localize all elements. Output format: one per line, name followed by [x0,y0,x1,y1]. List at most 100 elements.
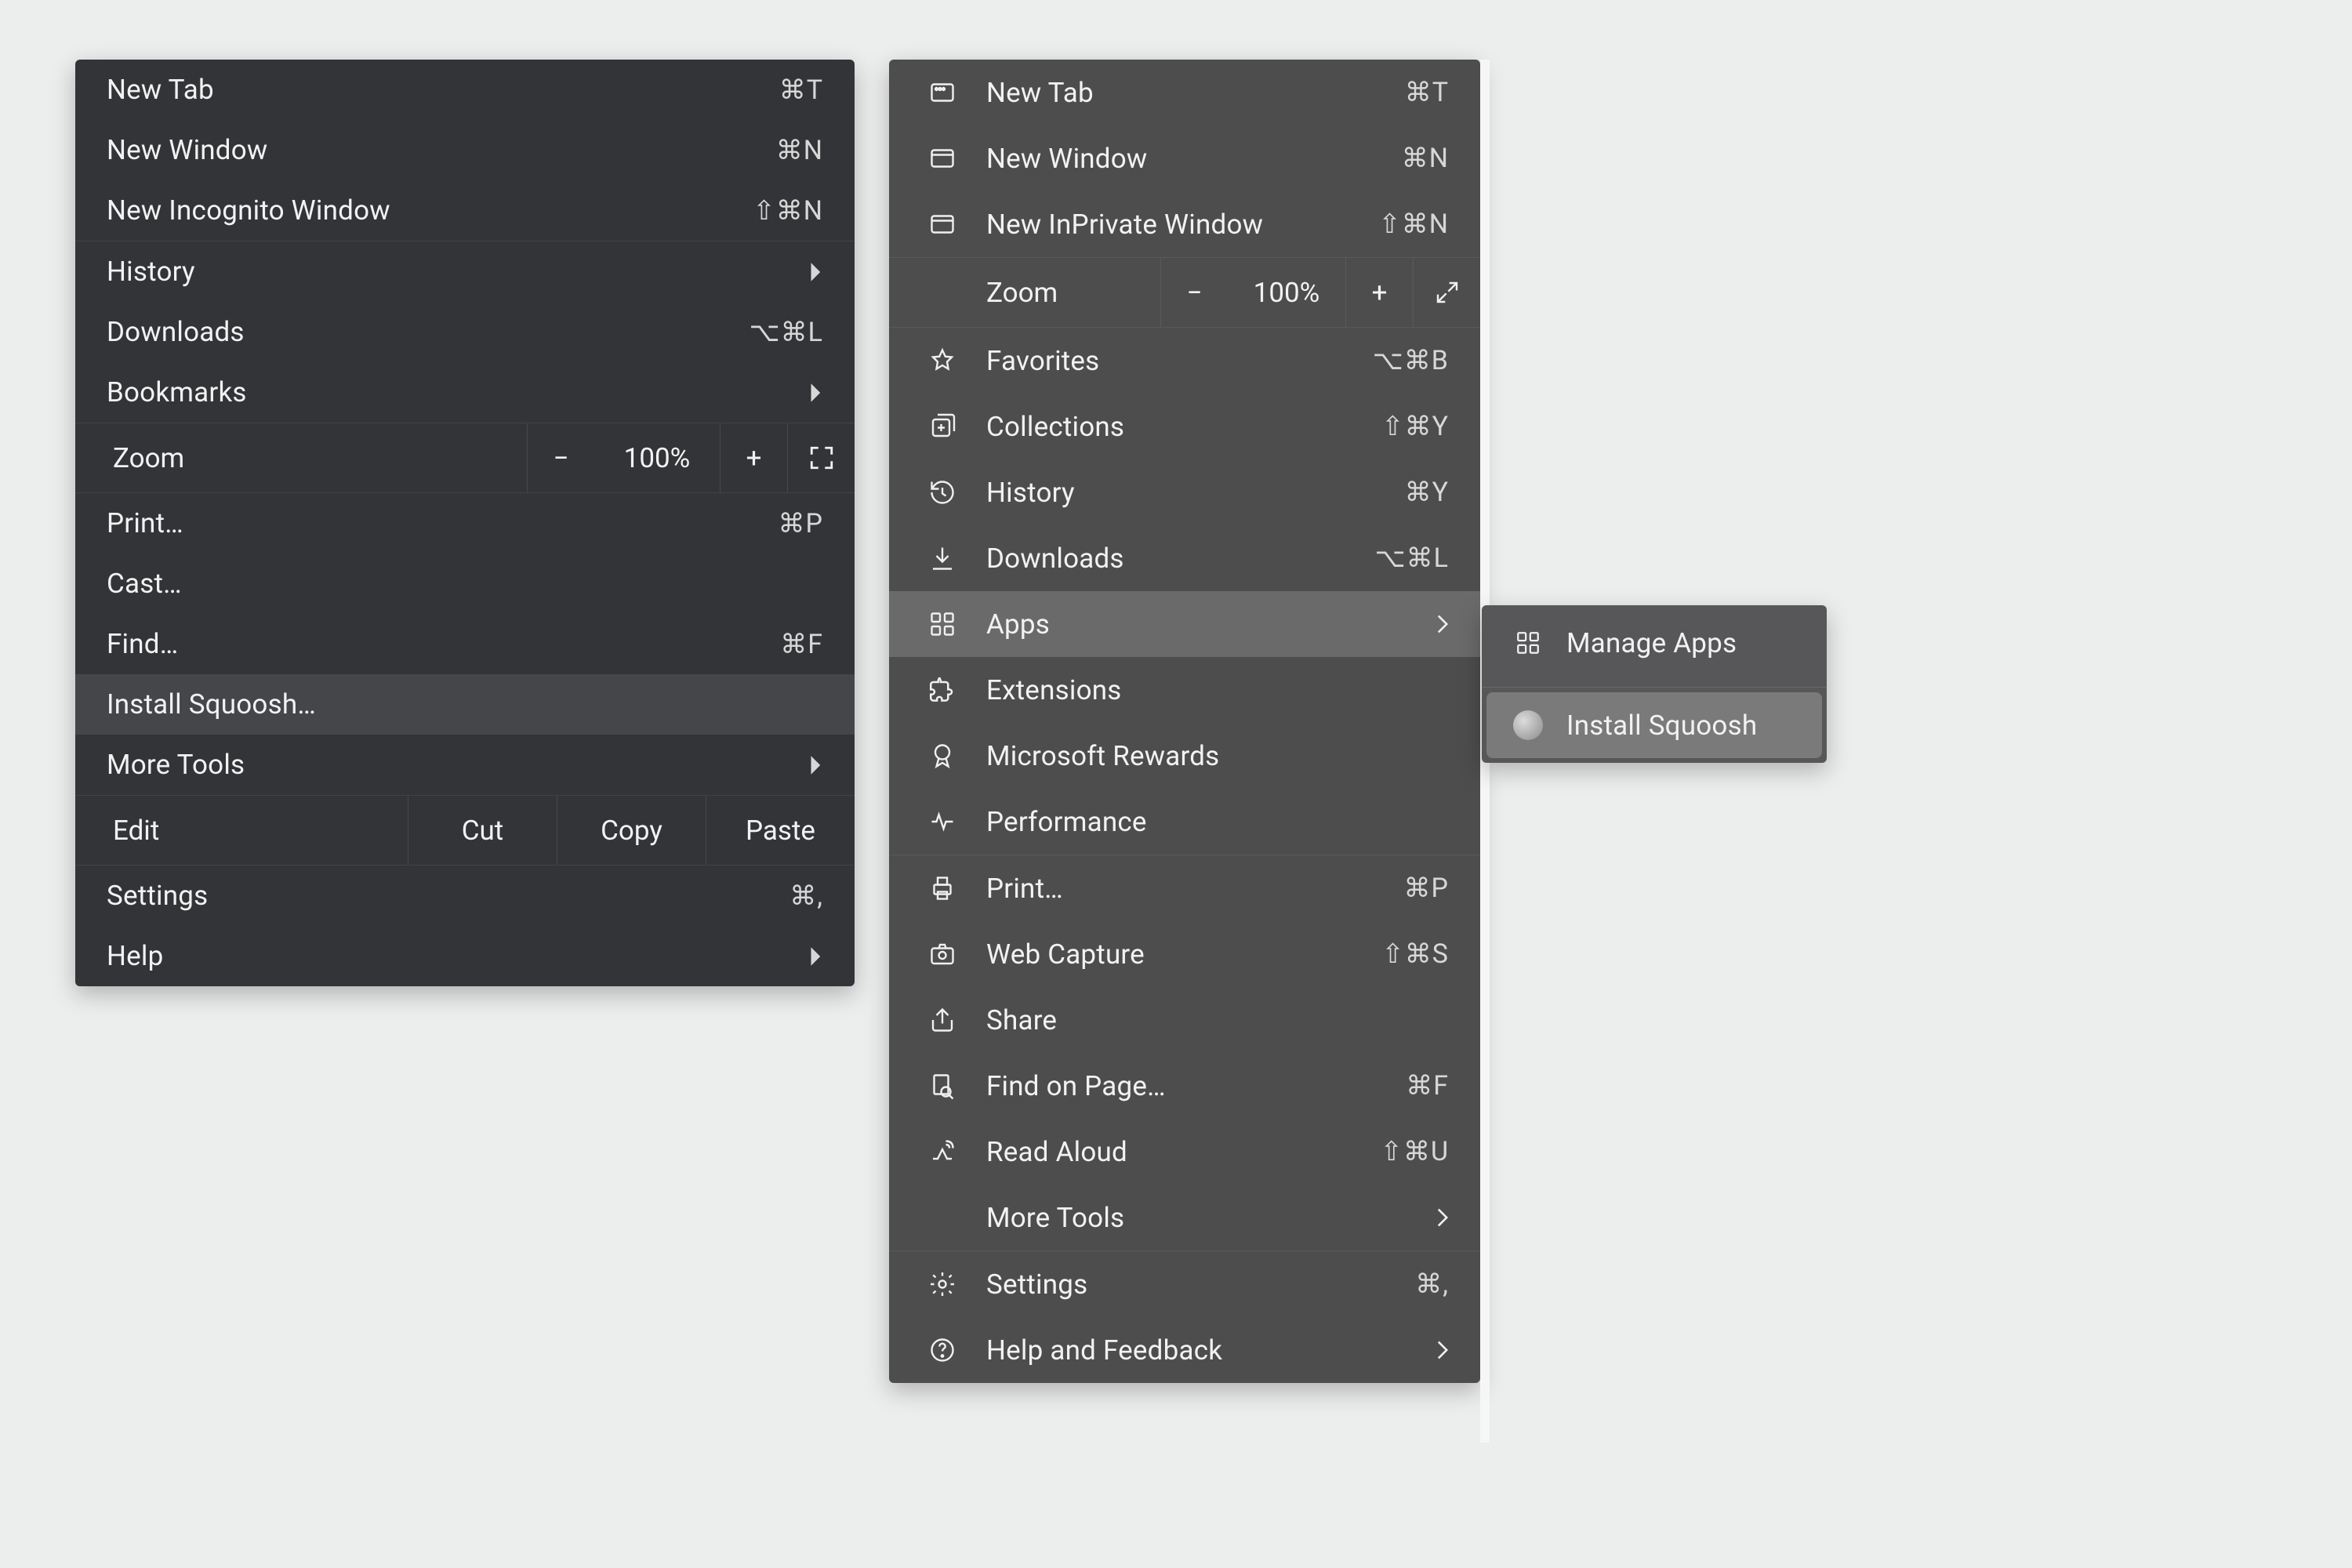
menu-item-find[interactable]: Find… ⌘F [75,614,855,674]
label: Share [986,1004,1449,1036]
shortcut: ⌘N [776,135,823,166]
shortcut: ⇧⌘S [1381,938,1449,970]
copy-button[interactable]: Copy [557,796,706,865]
label: Extensions [986,674,1449,706]
menu-item-help-feedback[interactable]: Help and Feedback [889,1317,1480,1383]
label: Favorites [986,345,1357,377]
menu-item-cast[interactable]: Cast… [75,554,855,614]
shortcut: ⌘P [779,508,823,539]
chevron-right-icon [1436,1207,1449,1228]
menu-item-print[interactable]: Print… ⌘P [889,855,1480,921]
label: Bookmarks [107,376,809,408]
edit-row: Edit Cut Copy Paste [75,796,855,865]
menu-item-new-inprivate[interactable]: New InPrivate Window ⇧⌘N [889,191,1480,257]
label: Collections [986,411,1366,443]
menu-item-new-tab[interactable]: New Tab ⌘T [75,60,855,120]
find-icon [919,1072,966,1100]
menu-item-manage-apps[interactable]: Manage Apps [1482,605,1827,681]
zoom-value: 100% [1228,277,1345,309]
menu-item-settings[interactable]: Settings ⌘, [889,1251,1480,1317]
label: Find on Page… [986,1070,1390,1102]
label: Web Capture [986,938,1366,971]
read-aloud-icon [919,1138,966,1166]
zoom-in-button[interactable]: + [1345,258,1413,327]
label: New Tab [986,77,1389,109]
rewards-icon [919,742,966,770]
extensions-icon [919,676,966,704]
label: Manage Apps [1566,627,1802,659]
menu-item-history[interactable]: History [75,241,855,302]
apps-icon [919,610,966,638]
label: Install Squoosh [1566,710,1802,742]
menu-item-new-tab[interactable]: New Tab ⌘T [889,60,1480,125]
menu-item-more-tools[interactable]: More Tools [75,735,855,795]
menu-item-settings[interactable]: Settings ⌘, [75,866,855,926]
menu-item-share[interactable]: Share [889,987,1480,1053]
label: Downloads [107,316,734,348]
performance-icon [919,808,966,836]
shortcut: ⌘, [789,880,823,912]
star-icon [919,347,966,375]
zoom-out-button[interactable]: − [1160,258,1228,327]
label: Apps [986,608,1436,641]
label: Microsoft Rewards [986,740,1449,772]
label: Settings [986,1269,1399,1301]
label: Downloads [986,543,1359,575]
menu-item-find-on-page[interactable]: Find on Page… ⌘F [889,1053,1480,1119]
menu-item-new-incognito[interactable]: New Incognito Window ⇧⌘N [75,180,855,241]
zoom-row: Zoom − 100% + [75,423,855,492]
paste-button[interactable]: Paste [706,796,855,865]
menu-item-downloads[interactable]: Downloads ⌥⌘L [889,525,1480,591]
zoom-label: Zoom [889,277,1058,309]
separator [1482,687,1827,688]
menu-item-rewards[interactable]: Microsoft Rewards [889,723,1480,789]
shortcut: ⇧⌘Y [1381,411,1449,442]
label: Print… [986,873,1388,905]
shortcut: ⌥⌘L [1375,543,1450,574]
shortcut: ⌘F [780,629,823,660]
menu-item-new-window[interactable]: New Window ⌘N [889,125,1480,191]
label: History [107,256,809,288]
label: New Window [986,143,1386,175]
menu-item-performance[interactable]: Performance [889,789,1480,855]
menu-item-apps[interactable]: Apps [889,591,1480,657]
cut-button[interactable]: Cut [408,796,557,865]
window-icon [919,144,966,172]
menu-item-collections[interactable]: Collections ⇧⌘Y [889,394,1480,459]
shortcut: ⇧⌘U [1380,1136,1449,1167]
collections-icon [919,412,966,441]
menu-item-bookmarks[interactable]: Bookmarks [75,362,855,423]
menu-item-history[interactable]: History ⌘Y [889,459,1480,525]
chevron-right-icon [809,383,823,403]
menu-item-extensions[interactable]: Extensions [889,657,1480,723]
chrome-menu: New Tab ⌘T New Window ⌘N New Incognito W… [75,60,855,986]
menu-item-help[interactable]: Help [75,926,855,986]
label: More Tools [986,1202,1436,1234]
chevron-right-icon [809,946,823,967]
shortcut: ⌘T [1405,77,1449,108]
menu-item-install-squoosh[interactable]: Install Squoosh [1486,692,1822,758]
menu-item-new-window[interactable]: New Window ⌘N [75,120,855,180]
zoom-in-button[interactable]: + [720,423,787,492]
menu-item-more-tools[interactable]: More Tools [889,1185,1480,1250]
fullscreen-button[interactable] [1413,258,1480,327]
menu-item-print[interactable]: Print… ⌘P [75,493,855,554]
squoosh-icon [1507,710,1549,740]
shortcut: ⌘F [1406,1070,1449,1102]
menu-item-favorites[interactable]: Favorites ⌥⌘B [889,328,1480,394]
chevron-right-icon [809,262,823,282]
menu-item-read-aloud[interactable]: Read Aloud ⇧⌘U [889,1119,1480,1185]
edge-menu: New Tab ⌘T New Window ⌘N New InPrivate W… [889,60,1480,1383]
label: Read Aloud [986,1136,1364,1168]
label: Cast… [107,568,823,600]
fullscreen-icon [808,445,835,471]
print-icon [919,874,966,902]
zoom-out-button[interactable]: − [527,423,594,492]
menu-item-downloads[interactable]: Downloads ⌥⌘L [75,302,855,362]
menu-item-web-capture[interactable]: Web Capture ⇧⌘S [889,921,1480,987]
menu-item-install-squoosh[interactable]: Install Squoosh… [75,674,855,735]
label: Help and Feedback [986,1334,1436,1367]
label: Performance [986,806,1449,838]
label: More Tools [107,749,809,781]
fullscreen-button[interactable] [787,423,855,492]
